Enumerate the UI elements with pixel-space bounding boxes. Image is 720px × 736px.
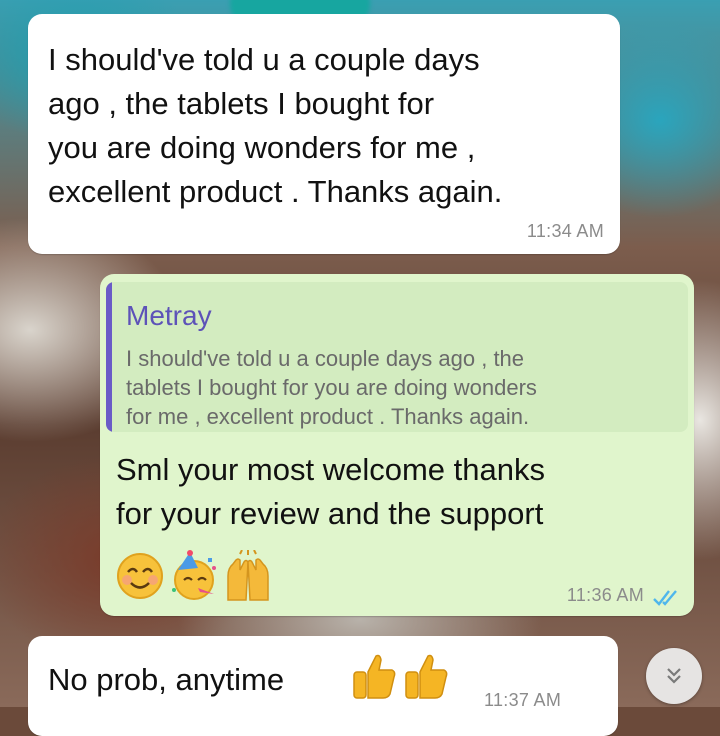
message-timestamp: 11:37 AM bbox=[484, 690, 562, 710]
scroll-to-bottom-button[interactable] bbox=[646, 648, 702, 704]
raising-hands-icon bbox=[227, 550, 269, 601]
message-timestamp: 11:34 AM bbox=[526, 221, 604, 241]
smiling-face-icon bbox=[117, 553, 163, 599]
quoted-reply[interactable]: Metray I should've told u a couple days … bbox=[106, 282, 688, 432]
read-double-check-icon bbox=[653, 590, 677, 606]
outgoing-message-bubble[interactable]: Metray I should've told u a couple days … bbox=[100, 274, 694, 616]
message-text: No prob, anytime bbox=[48, 662, 285, 697]
quote-text: I should've told u a couple days ago , t… bbox=[126, 346, 537, 429]
quote-accent-bar bbox=[106, 282, 112, 432]
double-chevron-down-icon bbox=[667, 668, 681, 684]
message-text: I should've told u a couple days ago , t… bbox=[48, 42, 503, 209]
message-text: Sml your most welcome thanks for your re… bbox=[116, 452, 545, 531]
emoji-row bbox=[114, 550, 274, 602]
message-timestamp: 11:36 AM bbox=[566, 585, 644, 605]
thumbs-up-icon bbox=[353, 654, 396, 699]
quote-author: Metray bbox=[126, 300, 212, 331]
incoming-message-bubble[interactable]: No prob, anytime 11:37 AM bbox=[28, 636, 618, 736]
emoji-row bbox=[350, 652, 450, 700]
thumbs-up-icon bbox=[405, 654, 448, 699]
incoming-message-bubble[interactable]: I should've told u a couple days ago , t… bbox=[28, 14, 620, 254]
partying-face-icon bbox=[172, 550, 216, 600]
